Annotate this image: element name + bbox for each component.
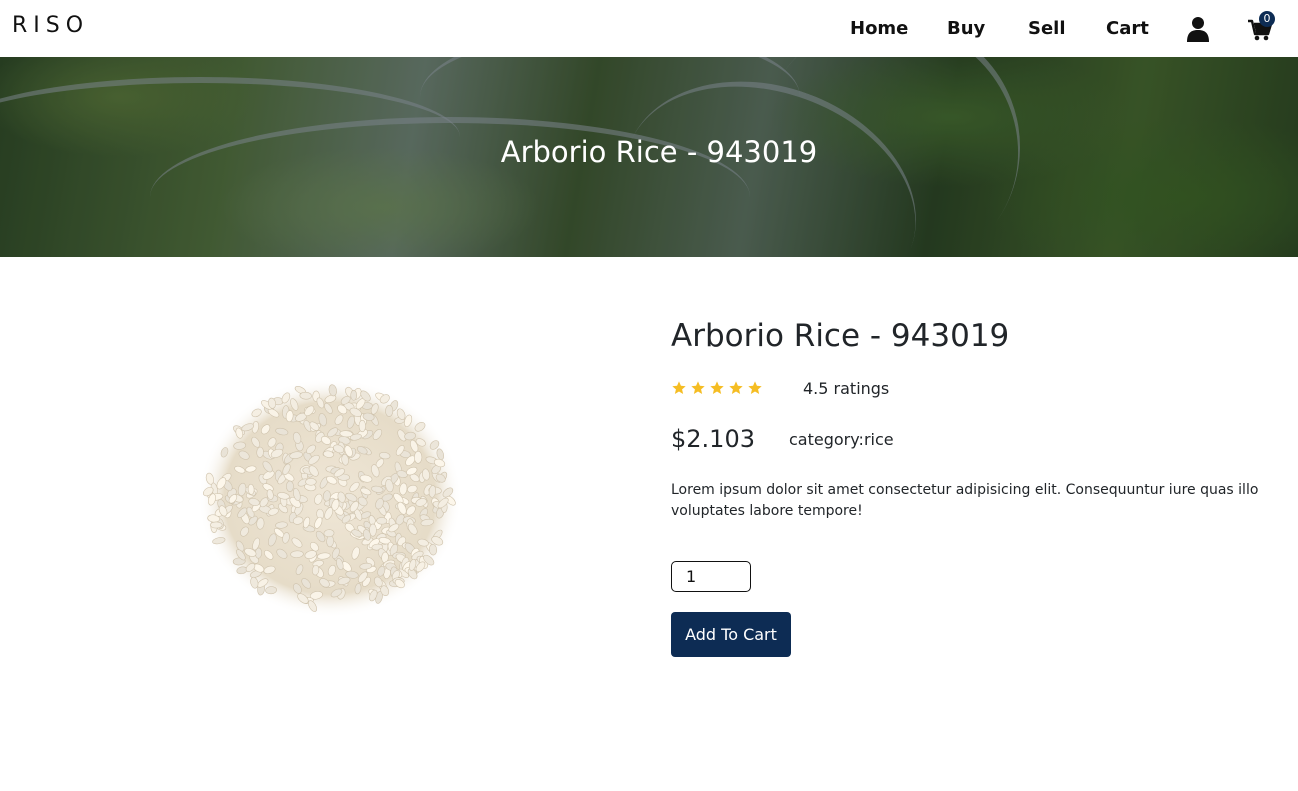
nav-link-home[interactable]: Home [850,18,908,39]
product-description: Lorem ipsum dolor sit amet consectetur a… [671,482,1259,519]
cart-count-badge: 0 [1259,11,1275,27]
product-image [190,370,470,625]
add-to-cart-button[interactable]: Add To Cart [671,612,791,657]
star-icon [710,381,724,394]
nav-link-buy[interactable]: Buy [947,18,985,39]
ratings-text: 4.5 ratings [803,379,890,398]
brand-logo[interactable]: RISO [12,13,89,38]
quantity-input[interactable] [671,561,751,592]
nav-link-cart[interactable]: Cart [1106,18,1149,39]
star-icon [748,381,762,394]
banner-title: Arborio Rice - 943019 [500,135,818,169]
top-navbar: RISO Home Buy Sell Cart 0 [0,0,1298,57]
rice-grains-image [198,378,462,618]
product-title: Arborio Rice - 943019 [671,318,1010,354]
nav-link-sell[interactable]: Sell [1028,18,1066,39]
product-category: category:rice [789,430,894,449]
product-price: $2.103 [671,425,755,453]
star-icon [691,381,705,394]
user-icon[interactable] [1186,16,1210,42]
star-icon [729,381,743,394]
star-icon [672,381,686,394]
rating-stars [671,380,763,396]
hero-banner: Arborio Rice - 943019 [0,57,1298,257]
